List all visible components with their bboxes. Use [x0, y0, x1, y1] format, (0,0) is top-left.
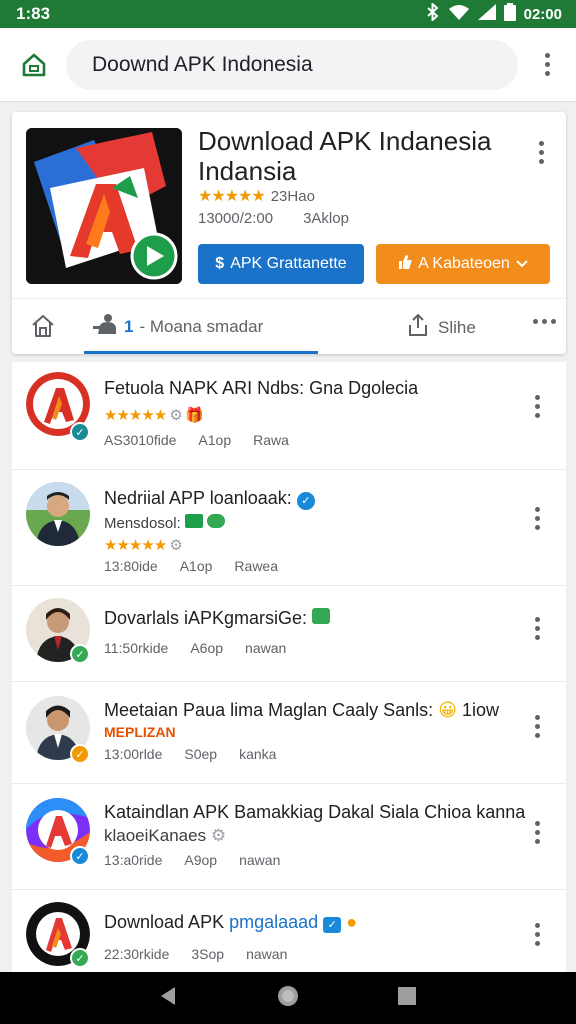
tab-moana[interactable]: 1 - Moana smadar [92, 313, 263, 340]
verified-icon: ✓ [296, 492, 315, 510]
battery-icon [503, 3, 516, 25]
thumb-icon [398, 254, 412, 275]
item-menu-icon[interactable] [522, 706, 552, 746]
app-meta: 13000/2:00 3Aklop [198, 210, 349, 227]
star-rating: ★★★★★ ⚙ 🎁 [104, 407, 204, 424]
item-meta: 22:30rkide 3Sop nawan [104, 946, 288, 962]
list-item[interactable]: Nedriial APP loanloaak: ✓ Mensdosol: ★★★… [12, 470, 566, 586]
download-apk-button[interactable]: $ APK Grattanette [198, 244, 364, 284]
app-list: ✓ Fetuola NAPK ARI Ndbs: Gna Dgolecia ★★… [12, 362, 566, 972]
active-tab-indicator [84, 351, 318, 354]
verified-icon: ✓ [323, 917, 342, 933]
list-item[interactable]: ✓ Download APK pmgalaaad ✓ ● 22:30rkide … [12, 890, 566, 972]
gift-icon: 🎁 [185, 407, 204, 424]
dollar-icon: $ [215, 255, 225, 272]
item-title: Fetuola NAPK ARI Ndbs: Gna Dgolecia [104, 378, 419, 398]
badge-icon: ● [346, 912, 358, 932]
item-menu-icon[interactable] [522, 812, 552, 852]
item-meta: AS3010fide A1op Rawa [104, 432, 289, 448]
link-icon [207, 514, 226, 528]
home-button-icon[interactable] [276, 984, 300, 1013]
verified-icon: ✓ [70, 846, 90, 866]
tag-icon [184, 514, 203, 528]
item-subtitle: Mensdosol: [104, 514, 226, 532]
item-title: Nedriial APP loanloaak: ✓ [104, 488, 315, 510]
rating-count: 23Hao [270, 187, 315, 205]
app-title: Download APK Indanesia Indansia [198, 126, 518, 186]
tab-share-label: Slihe [438, 317, 476, 337]
item-meta: 13:80ide A1op Rawea [104, 558, 279, 574]
app-icon [26, 128, 182, 284]
tab-home-icon[interactable] [30, 313, 58, 341]
list-item[interactable]: ✓ Fetuola NAPK ARI Ndbs: Gna Dgolecia ★★… [12, 362, 566, 470]
home-icon[interactable] [14, 45, 54, 85]
browser-toolbar: Doownd APK Indonesia [0, 28, 576, 102]
item-menu-icon[interactable] [522, 914, 552, 954]
settings-icon: ⚙ [169, 537, 182, 554]
verified-icon: ✓ [70, 948, 90, 968]
secondary-action-button[interactable]: A Kabateoen [376, 244, 550, 284]
chevron-down-icon [516, 255, 528, 273]
emoji-icon: 😀 [438, 700, 457, 720]
app-meta-left: 13000/2:00 [198, 210, 274, 227]
tab-moana-number: 1 [124, 316, 134, 336]
wifi-icon [448, 4, 470, 24]
person-icon [92, 313, 118, 340]
status-time: 1:83 [16, 4, 51, 23]
verified-icon: ✓ [70, 744, 90, 764]
item-subtitle: klaoeiKanaes ⚙ [104, 826, 227, 845]
share-icon [406, 313, 430, 342]
item-menu-icon[interactable] [522, 608, 552, 648]
item-title: Meetaian Paua lima Maglan Caaly Sanls: 😀… [104, 700, 500, 720]
address-bar-text: Doownd APK Indonesia [92, 52, 313, 76]
verified-icon: ✓ [70, 644, 90, 664]
browser-menu-icon[interactable] [532, 45, 562, 85]
secondary-action-label: A Kabateoen [418, 255, 510, 272]
verified-icon: ✓ [70, 422, 90, 442]
tab-moana-label: - Moana smadar [139, 316, 264, 336]
back-icon[interactable] [158, 985, 180, 1012]
tab-share[interactable]: Slihe [406, 313, 476, 342]
app-tabs: 1 - Moana smadar Slihe [12, 298, 566, 354]
avatar [26, 482, 90, 546]
settings-icon: ⚙ [210, 826, 227, 845]
settings-icon: ⚙ [169, 407, 182, 424]
app-header-card: Download APK Indanesia Indansia ★★★★★ 23… [12, 112, 566, 354]
item-meta: 11:50rkide A6op nawan [104, 640, 287, 656]
item-title: Dovarlals iAPKgmarsiGe: [104, 608, 331, 629]
item-subtitle: MEPLIZAN [104, 724, 176, 740]
item-title: Kataindlan APK Bamakkiag Dakal Siala Chi… [104, 802, 526, 822]
download-apk-button-label: APK Grattanette [230, 255, 347, 272]
list-item[interactable]: ✓ Meetaian Paua lima Maglan Caaly Sanls:… [12, 682, 566, 784]
system-nav-bar [0, 972, 576, 1024]
more-tabs-icon[interactable] [533, 319, 556, 324]
address-bar[interactable]: Doownd APK Indonesia [66, 39, 518, 90]
item-meta: 13:a0ride A9op nawan [104, 852, 281, 868]
item-title: Download APK pmgalaaad ✓ ● [104, 912, 358, 933]
tag-icon [312, 608, 331, 624]
app-title-line-2: Indansia [198, 156, 297, 186]
signal-icon [477, 4, 496, 24]
item-menu-icon[interactable] [522, 498, 552, 538]
bluetooth-icon [426, 1, 440, 25]
star-rating: ★★★★★ ⚙ [104, 537, 183, 554]
list-item[interactable]: ✓ Dovarlals iAPKgmarsiGe: 11:50rkide A6o… [12, 586, 566, 682]
item-menu-icon[interactable] [522, 386, 552, 426]
card-menu-icon[interactable] [526, 132, 556, 172]
app-meta-right: 3Aklop [303, 210, 349, 227]
item-meta: 13:00rlde S0ep kanka [104, 746, 277, 762]
app-rating: ★★★★★ 23Hao [198, 186, 315, 206]
recents-icon[interactable] [396, 985, 418, 1012]
status-bar: 1:83 02:00 [0, 0, 576, 28]
status-clock: 02:00 [523, 5, 562, 23]
list-item[interactable]: ✓ Kataindlan APK Bamakkiag Dakal Siala C… [12, 784, 566, 890]
app-title-line-1: Download APK Indanesia [198, 126, 492, 156]
status-icons: 02:00 [426, 1, 562, 25]
star-rating: ★★★★★ [198, 188, 266, 205]
